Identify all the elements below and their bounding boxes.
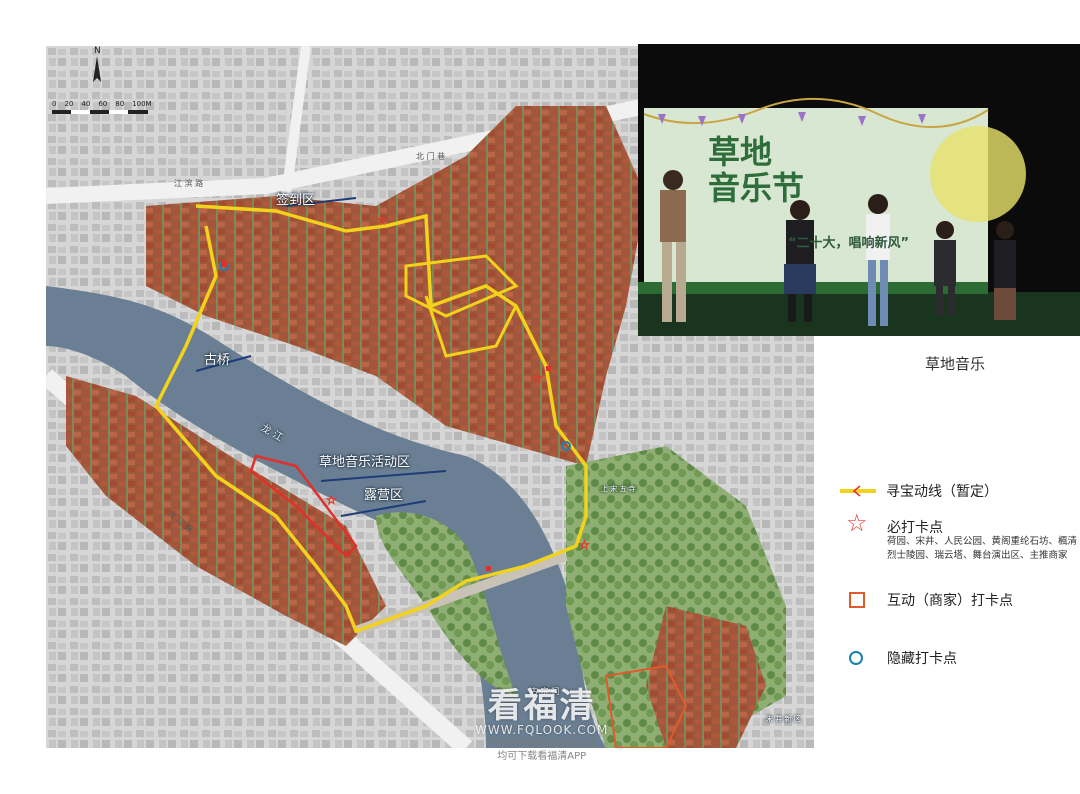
- square-icon: [849, 592, 865, 608]
- must-visit-star-2: ☆: [532, 371, 543, 385]
- scale-tick: 20: [64, 100, 74, 108]
- banner-slogan: “二十大，唱响新风”: [788, 236, 910, 251]
- watermark-line-1: 手机应用商店搜索看福清: [486, 738, 597, 749]
- legend-route-label: 寻宝动线（暂定）: [886, 484, 998, 500]
- circle-icon: [849, 651, 863, 665]
- ancient-bridge-label: 古桥: [204, 353, 231, 368]
- watermark-brand: 看福清: [487, 686, 596, 726]
- must-visit-star-4: ☆: [326, 493, 337, 507]
- legend-interactive-label: 互动（商家）打卡点: [887, 593, 1013, 609]
- grass-music-area-label: 草地音乐活动区: [319, 455, 411, 470]
- spot-label-right: 上 宋 五 寺: [601, 485, 636, 493]
- scale-bar: [52, 110, 148, 114]
- checkpoint-3: [486, 566, 491, 571]
- banner-title-line-2: 音乐节: [708, 169, 805, 207]
- watermark-line-2: 均可下载看福清APP: [497, 751, 587, 762]
- legend-must-visit-label: 必打卡点: [887, 520, 943, 536]
- legend-must-visit-details: 荷园、宋井、人民公园、黄阁重纶石坊、楓清烈士陵园、瑞云塔、舞台演出区、主推商家: [887, 536, 1078, 561]
- must-visit-star-3: ☆: [579, 538, 590, 552]
- road-label-top: 江 滨 路: [174, 179, 204, 188]
- banner-title: 草地 音乐节: [708, 134, 804, 206]
- legend-route: 寻宝动线（暂定）: [840, 481, 998, 505]
- route-line-icon: [840, 485, 876, 497]
- legend-hidden-label: 隐藏打卡点: [887, 651, 957, 667]
- concert-photo-graphic: [638, 44, 1080, 336]
- scale-tick: 60: [98, 100, 108, 108]
- scale-tick: 0: [52, 100, 57, 108]
- checkpoint-1: [221, 261, 227, 267]
- north-label: N: [94, 46, 101, 56]
- photo-caption: 草地音乐: [925, 355, 986, 373]
- checkpoint-2: [546, 366, 551, 371]
- must-visit-star-1: ☆: [376, 213, 387, 227]
- camping-area-label: 露营区: [364, 488, 404, 503]
- watermark-url: WWW.FQLOOK.COM: [475, 723, 609, 737]
- checkin-area-label: 签到区: [276, 193, 316, 208]
- road-label-right: 北 门 巷: [416, 152, 446, 161]
- scale-tick: 40: [81, 100, 91, 108]
- scale-ticks: 0 20 40 60 80 100M: [52, 100, 152, 108]
- star-icon: ☆: [846, 509, 868, 537]
- concert-photo: 草地 音乐节 “二十大，唱响新风”: [638, 44, 1080, 336]
- spot-label-far: 宋 井 新 区: [766, 715, 801, 723]
- scale-tick: 80: [115, 100, 125, 108]
- scale-tick: 100M: [132, 100, 152, 108]
- banner-title-line-1: 草地: [708, 133, 773, 171]
- watermark: 看福清 WWW.FQLOOK.COM 手机应用商店搜索看福清 均可下载看福清AP…: [475, 678, 608, 763]
